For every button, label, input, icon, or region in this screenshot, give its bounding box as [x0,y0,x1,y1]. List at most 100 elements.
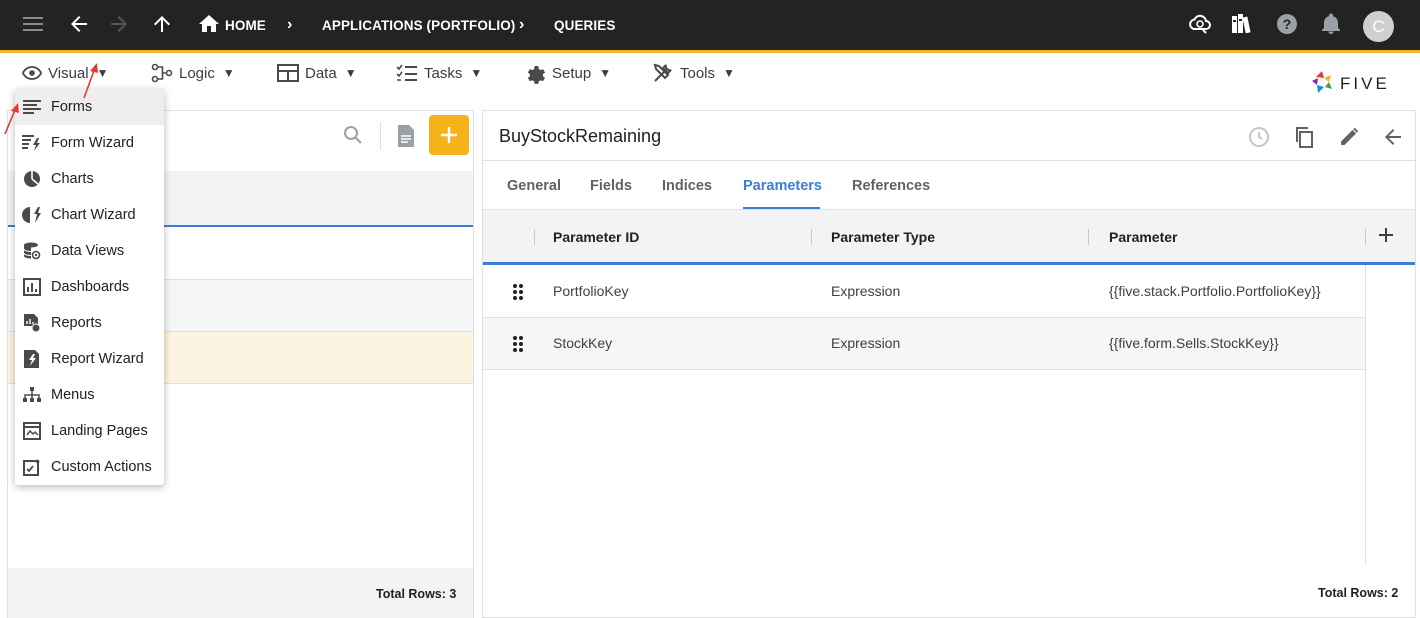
dropdown-item-label: Reports [51,315,102,331]
tab-fields[interactable]: Fields [590,178,632,194]
menu-tasks[interactable]: Tasks ▼ [396,62,482,84]
back-arrow-icon[interactable] [67,12,91,36]
caret-down-icon: ▼ [222,66,235,80]
history-icon[interactable] [1246,124,1272,150]
menu-data[interactable]: Data ▼ [277,62,357,84]
add-row-icon[interactable] [1378,227,1394,248]
dropdown-item-label: Custom Actions [51,459,152,475]
pie-chart-icon [22,169,42,189]
dropdown-item-charts[interactable]: Charts [15,161,164,197]
caret-down-icon: ▼ [599,66,612,80]
dropdown-item-chart-wizard[interactable]: Chart Wizard [15,197,164,233]
hamburger-icon[interactable] [22,12,46,36]
chevron-right-icon: › [287,16,293,33]
column-divider [811,229,812,245]
cell-parameter-type: Expression [831,335,901,351]
table-row[interactable]: StockKey Expression {{five.form.Sells.St… [483,318,1365,370]
dropdown-item-label: Report Wizard [51,351,144,367]
form-wizard-icon [22,133,42,153]
dropdown-item-reports[interactable]: Reports [15,305,164,341]
column-divider [534,229,535,245]
tab-indices[interactable]: Indices [662,178,712,194]
up-arrow-icon[interactable] [150,12,174,36]
dropdown-item-label: Landing Pages [51,423,148,439]
tab-references[interactable]: References [852,178,930,194]
search-icon[interactable] [343,125,363,150]
bell-icon[interactable] [1319,12,1343,36]
total-rows: Total Rows: 3 [376,587,457,601]
dropdown-item-label: Dashboards [51,279,130,295]
drag-handle-icon[interactable] [512,283,524,301]
document-icon[interactable] [396,124,416,153]
cell-parameter-id: StockKey [553,335,613,351]
custom-action-icon [22,457,42,477]
total-rows: Total Rows: 2 [1318,586,1399,600]
cell-parameter: {{five.form.Sells.StockKey}} [1109,335,1279,351]
help-icon[interactable]: ? [1275,12,1299,36]
active-tab-indicator [743,207,820,209]
tab-parameters[interactable]: Parameters [743,178,822,194]
menu-logic-label: Logic [179,64,215,82]
annotation-arrow [4,103,19,135]
tab-general[interactable]: General [507,178,561,194]
chevron-right-icon: › [519,16,525,33]
chart-wizard-icon [22,205,42,225]
drag-handle-icon[interactable] [512,335,524,353]
menu-setup-label: Setup [552,64,592,82]
caret-down-icon: ▼ [344,66,357,80]
report-wizard-icon [22,349,42,369]
edit-icon[interactable] [1336,124,1362,150]
column-header-parameter[interactable]: Parameter [1109,229,1178,245]
dropdown-item-menus[interactable]: Menus [15,377,164,413]
menu-tasks-label: Tasks [424,64,463,82]
add-button[interactable] [429,115,469,155]
dropdown-item-custom-actions[interactable]: Custom Actions [15,449,164,485]
forward-arrow-icon[interactable] [107,12,131,36]
dropdown-item-dashboards[interactable]: Dashboards [15,269,164,305]
sitemap-icon [22,385,42,405]
column-header-parameter-type[interactable]: Parameter Type [831,229,935,245]
report-icon [22,313,42,333]
app-bar: HOME › APPLICATIONS (PORTFOLIO) › QUERIE… [0,0,1420,53]
dropdown-item-label: Form Wizard [51,135,134,151]
dropdown-item-report-wizard[interactable]: Report Wizard [15,341,164,377]
avatar[interactable]: C [1363,11,1394,42]
column-header-parameter-id[interactable]: Parameter ID [553,229,639,245]
eye-icon [22,66,42,80]
library-icon[interactable] [1230,12,1254,36]
plus-icon [441,127,457,143]
cell-parameter-type: Expression [831,283,901,299]
caret-down-icon: ▼ [723,66,735,80]
table-row[interactable]: PortfolioKey Expression {{five.stack.Por… [483,266,1365,318]
dropdown-item-landing-pages[interactable]: Landing Pages [15,413,164,449]
copy-icon[interactable] [1291,124,1317,150]
list-footer: Total Rows: 3 [8,568,473,618]
cloud-sync-icon[interactable] [1188,12,1212,36]
home-icon[interactable] [197,12,221,36]
menu-setup[interactable]: Setup ▼ [524,62,611,84]
breadcrumb-home[interactable]: HOME [225,18,266,33]
divider [380,122,381,150]
breadcrumb-queries[interactable]: QUERIES [554,18,615,33]
menu-bar: Visual ▼ Logic ▼ Data ▼ Tasks ▼ Setup ▼ … [0,53,1420,93]
cell-parameter-id: PortfolioKey [553,283,629,299]
column-divider [1088,229,1089,245]
forms-icon [22,97,42,117]
landing-page-icon [22,421,42,441]
cell-parameter: {{five.stack.Portfolio.PortfolioKey}} [1109,283,1321,299]
grid-header: Parameter ID Parameter Type Parameter [483,210,1415,265]
menu-tools[interactable]: Tools ▼ [652,62,735,84]
page-title: BuyStockRemaining [499,126,662,146]
checklist-icon [396,64,417,81]
dropdown-item-label: Menus [51,387,95,403]
breadcrumb-applications[interactable]: APPLICATIONS (PORTFOLIO) [322,18,515,33]
back-arrow-icon[interactable] [1380,124,1406,150]
dropdown-item-data-views[interactable]: Data Views [15,233,164,269]
grid-divider [1365,265,1366,565]
menu-tools-label: Tools [680,64,716,82]
tab-bar: General Fields Indices Parameters Refere… [483,160,1415,210]
logo-text: FIVE [1340,74,1390,93]
menu-logic[interactable]: Logic ▼ [151,62,235,84]
dropdown-item-form-wizard[interactable]: Form Wizard [15,125,164,161]
tools-icon [653,63,672,82]
